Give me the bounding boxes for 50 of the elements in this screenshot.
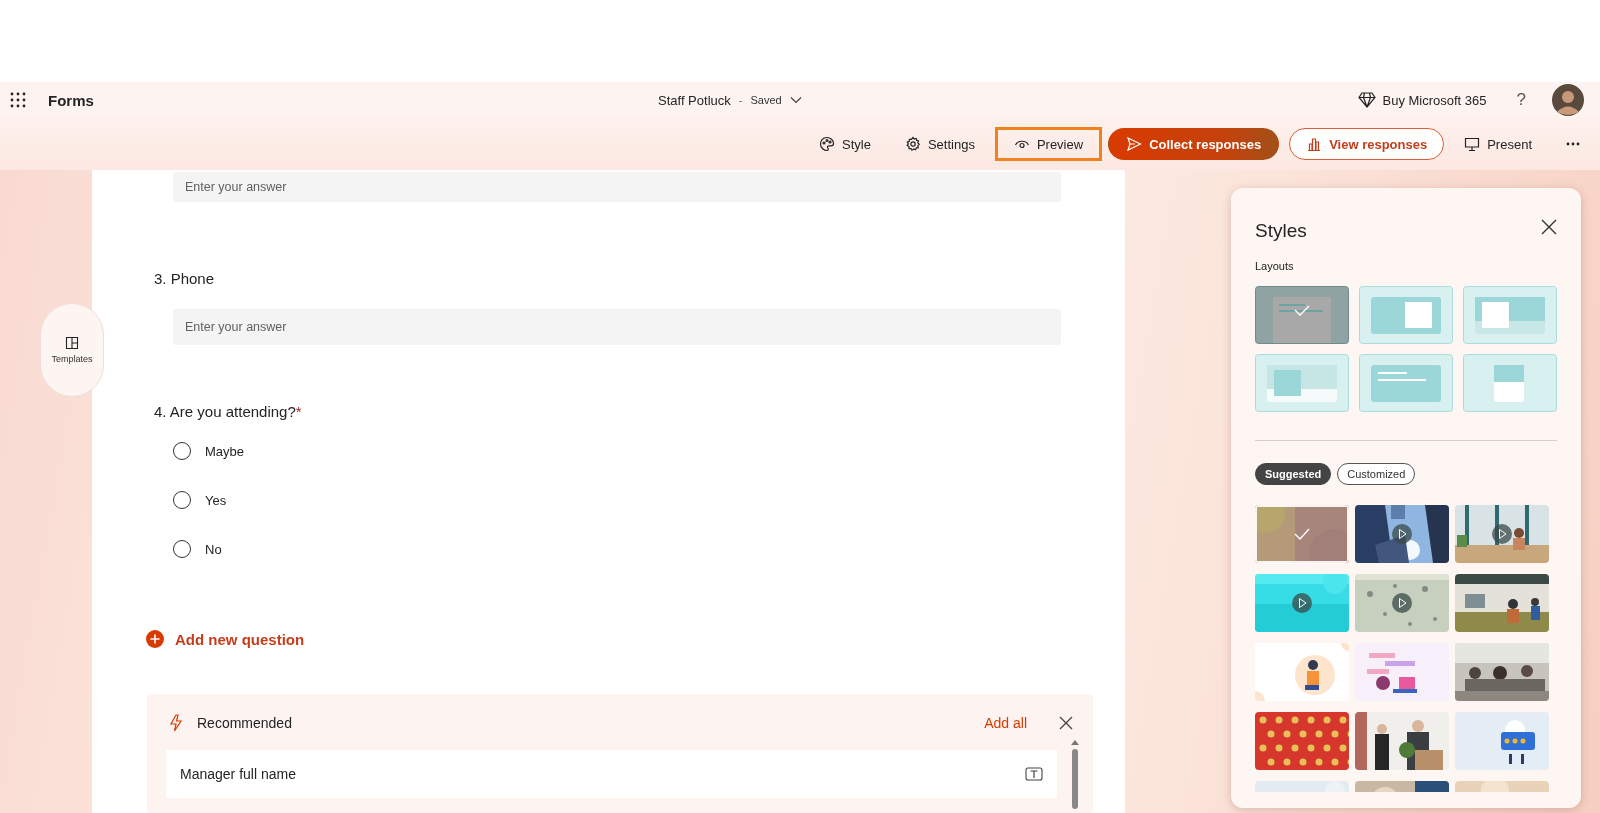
command-button[interactable]: Settings — [890, 127, 989, 161]
palette-icon — [819, 136, 835, 152]
answer-field[interactable]: Enter your answer — [173, 309, 1061, 345]
command-button[interactable]: Style — [805, 127, 885, 161]
question-title: 3. Phone — [154, 270, 216, 287]
add-question-button[interactable]: Add new question — [146, 630, 305, 648]
play-icon — [1292, 593, 1312, 613]
filter-chip[interactable]: Suggested — [1255, 463, 1332, 485]
chevron-down-icon[interactable] — [789, 96, 802, 104]
close-icon[interactable] — [1541, 219, 1557, 235]
close-icon[interactable] — [1059, 716, 1073, 730]
layout-grid-icon — [65, 336, 79, 350]
question-title: 4. Are you attending?* — [154, 403, 303, 420]
play-icon — [1492, 524, 1512, 544]
diamond-icon — [1358, 92, 1377, 108]
send-icon — [1126, 136, 1143, 152]
section-label: Layouts — [1255, 260, 1294, 272]
command-button[interactable]: Collect responses — [1108, 128, 1280, 160]
plus-icon — [146, 630, 164, 648]
option-label: No — [205, 541, 222, 557]
help-button[interactable]: ? — [1516, 90, 1526, 110]
buy-link[interactable]: Buy Microsoft 365 — [1382, 92, 1487, 108]
app-launcher-icon[interactable] — [10, 92, 26, 108]
command-button[interactable]: Preview — [994, 127, 1103, 161]
bar-chart-icon — [1306, 136, 1323, 152]
play-icon — [1392, 593, 1412, 613]
templates-button[interactable]: Templates — [40, 303, 104, 397]
title-separator: - — [738, 94, 743, 106]
command-button[interactable]: View responses — [1289, 128, 1445, 160]
form-title[interactable]: Staff Potluck — [658, 92, 731, 108]
settings-icon — [904, 136, 921, 152]
recommended-title: Recommended — [197, 715, 292, 731]
option-label: Maybe — [205, 443, 245, 459]
save-status: Saved — [750, 94, 782, 106]
answer-field[interactable]: Enter your answer — [173, 172, 1061, 202]
add-all-link[interactable]: Add all — [984, 715, 1027, 731]
check-icon — [1294, 528, 1310, 540]
scrollbar[interactable] — [1071, 740, 1079, 809]
monitor-icon — [1464, 136, 1481, 152]
play-icon — [1392, 524, 1412, 544]
filter-chip[interactable]: Customized — [1337, 463, 1416, 485]
panel-title: Styles — [1255, 220, 1307, 242]
lightning-icon — [169, 714, 183, 732]
more-icon[interactable] — [1566, 142, 1580, 146]
text-icon — [1025, 767, 1043, 781]
app-name[interactable]: Forms — [48, 91, 94, 109]
option-label: Yes — [205, 492, 227, 508]
suggestion-item[interactable]: Manager full name — [166, 750, 1057, 798]
command-button[interactable]: Present — [1450, 127, 1546, 161]
avatar-icon[interactable] — [1552, 84, 1584, 116]
